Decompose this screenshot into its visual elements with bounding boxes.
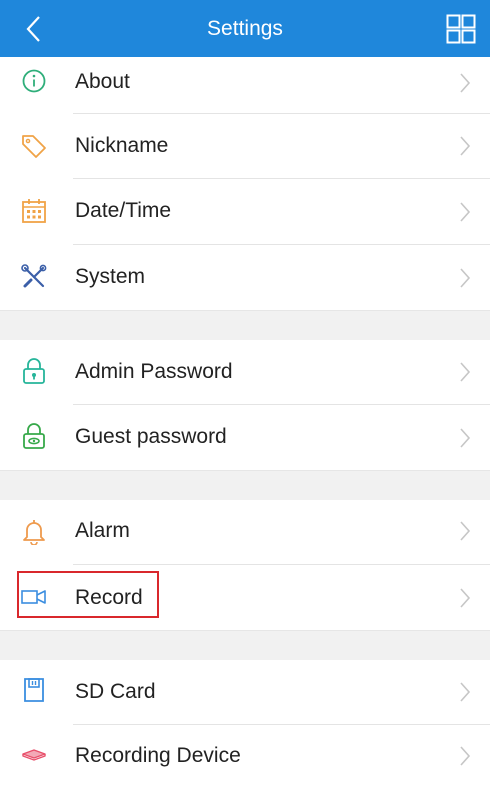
settings-item-label: System <box>75 265 146 288</box>
settings-item-system[interactable]: System <box>0 245 490 310</box>
settings-item-label: Alarm <box>75 519 130 542</box>
info-icon <box>22 69 46 93</box>
settings-item-label: Recording Device <box>75 744 241 767</box>
chevron-right-icon <box>460 588 471 608</box>
chevron-right-icon <box>460 136 471 156</box>
grid-icon[interactable] <box>446 14 476 44</box>
settings-item-label: Nickname <box>75 134 169 157</box>
settings-item-sd-card[interactable]: SD Card <box>0 660 490 724</box>
guest-lock-icon <box>23 423 45 449</box>
chevron-right-icon <box>460 521 471 541</box>
chevron-right-icon <box>460 746 471 766</box>
section-separator <box>0 630 490 660</box>
settings-item-admin-password[interactable]: Admin Password <box>0 340 490 404</box>
chevron-right-icon <box>460 362 471 382</box>
tag-icon <box>22 135 46 158</box>
sd-card-icon <box>24 678 44 702</box>
chevron-right-icon <box>460 268 471 288</box>
chevron-right-icon <box>460 682 471 702</box>
settings-item-label: Admin Password <box>75 360 233 383</box>
header-bar: Settings <box>0 0 490 57</box>
calendar-icon <box>22 199 46 223</box>
settings-item-about[interactable]: About <box>0 57 490 113</box>
settings-item-guest-password[interactable]: Guest password <box>0 405 490 470</box>
settings-item-alarm[interactable]: Alarm <box>0 500 490 564</box>
recording-device-icon <box>22 749 46 761</box>
settings-item-nickname[interactable]: Nickname <box>0 114 490 178</box>
section-separator <box>0 310 490 340</box>
settings-item-label: Date/Time <box>75 199 172 222</box>
chevron-right-icon <box>460 73 471 93</box>
page-title: Settings <box>207 17 283 40</box>
settings-item-label: Guest password <box>75 425 227 448</box>
chevron-right-icon <box>460 428 471 448</box>
chevron-right-icon <box>460 202 471 222</box>
tools-icon <box>21 264 47 288</box>
settings-item-label: About <box>75 70 130 93</box>
section-separator <box>0 470 490 500</box>
lock-icon <box>23 358 45 384</box>
settings-item-date-time[interactable]: Date/Time <box>0 179 490 244</box>
bell-icon <box>23 520 45 545</box>
settings-item-recording-device[interactable]: Recording Device <box>0 725 490 785</box>
highlight-box <box>17 571 159 618</box>
settings-item-label: SD Card <box>75 680 156 703</box>
